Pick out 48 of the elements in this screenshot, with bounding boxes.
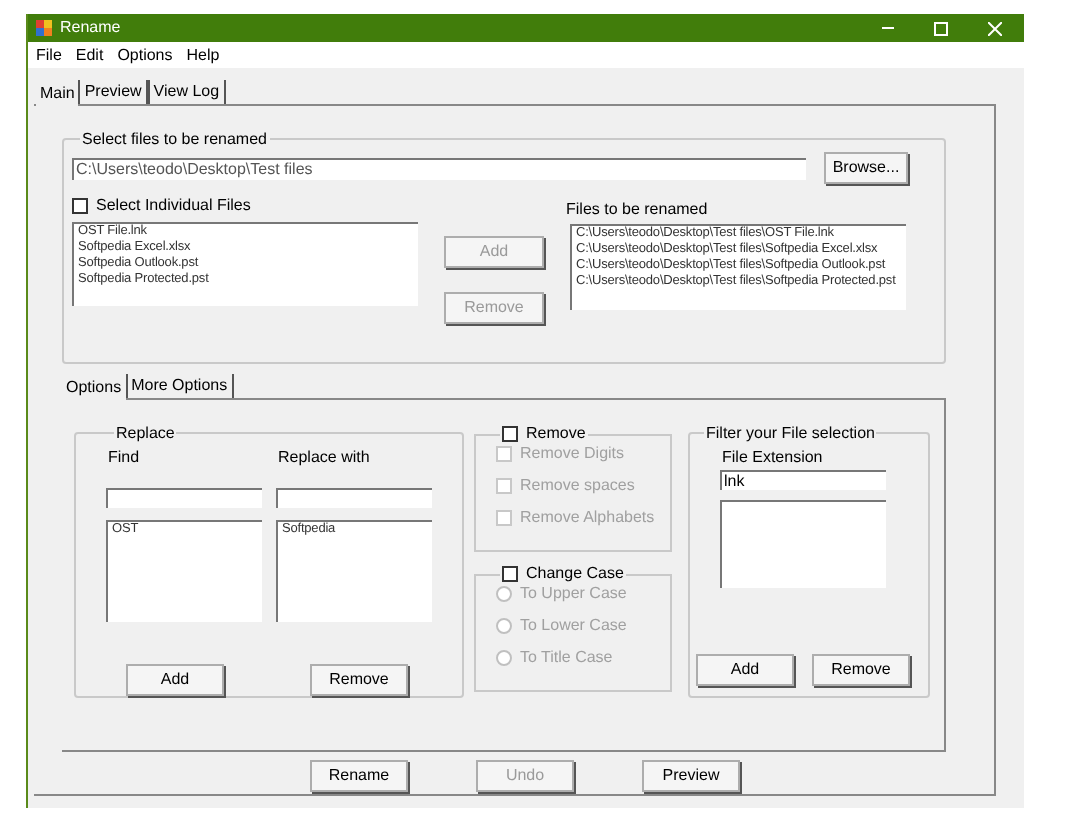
option-label: To Title Case bbox=[520, 648, 613, 668]
tab[interactable]: More Options bbox=[125, 374, 234, 398]
input-field[interactable] bbox=[106, 488, 262, 508]
menu-item[interactable]: Help bbox=[186, 45, 220, 65]
tab[interactable]: View Log bbox=[147, 80, 226, 104]
button[interactable]: Add bbox=[126, 664, 224, 696]
checkbox-label: Remove Digits bbox=[520, 444, 625, 464]
button: Remove bbox=[444, 292, 544, 324]
maximize-icon[interactable] bbox=[934, 21, 948, 35]
menu-item[interactable]: Edit bbox=[75, 45, 104, 65]
input-field[interactable]: lnk bbox=[720, 470, 886, 490]
checkbox-label: Remove spaces bbox=[520, 476, 635, 496]
close-icon[interactable] bbox=[988, 21, 1002, 35]
tab[interactable]: Main bbox=[36, 80, 79, 106]
menu-item[interactable]: Options bbox=[117, 45, 173, 65]
field-label: File Extension bbox=[722, 448, 825, 468]
option-label: To Lower Case bbox=[520, 616, 627, 636]
field-label: Replace with bbox=[278, 448, 372, 468]
input-field[interactable]: C:\Users\teodo\Desktop\Test files bbox=[72, 157, 806, 179]
group-title: Select files to be renamed bbox=[80, 130, 269, 148]
tab[interactable]: Preview bbox=[78, 80, 148, 104]
button[interactable]: Remove bbox=[812, 654, 910, 686]
checkbox-label: Remove Alphabets bbox=[520, 508, 655, 528]
button: Undo bbox=[476, 760, 574, 792]
checkbox[interactable] bbox=[502, 426, 518, 442]
input-field[interactable] bbox=[276, 488, 432, 508]
button[interactable]: Rename bbox=[310, 760, 408, 792]
app-icon[interactable] bbox=[36, 20, 52, 36]
tab[interactable]: Options bbox=[62, 374, 126, 400]
list-label: Files to be renamed bbox=[566, 200, 710, 220]
checkbox-label: Change Case bbox=[526, 564, 624, 584]
menu-item[interactable]: File bbox=[36, 45, 62, 65]
field-label: Find bbox=[108, 448, 142, 468]
group-title: Filter your File selection bbox=[704, 424, 877, 442]
checkbox[interactable] bbox=[502, 566, 518, 582]
checkbox-label: Remove bbox=[526, 424, 586, 444]
list-box[interactable] bbox=[720, 500, 886, 588]
checkbox-label: Select Individual Files bbox=[96, 196, 251, 216]
button[interactable]: Add bbox=[696, 654, 794, 686]
checkbox[interactable] bbox=[72, 198, 88, 214]
button[interactable]: Remove bbox=[310, 664, 408, 696]
button: Add bbox=[444, 236, 544, 268]
window-title: Rename bbox=[60, 18, 121, 38]
list-box[interactable] bbox=[570, 224, 906, 310]
option-label: To Upper Case bbox=[520, 584, 627, 604]
button[interactable]: Browse... bbox=[824, 152, 908, 184]
button[interactable]: Preview bbox=[642, 760, 740, 792]
group-title: Replace bbox=[114, 424, 177, 442]
